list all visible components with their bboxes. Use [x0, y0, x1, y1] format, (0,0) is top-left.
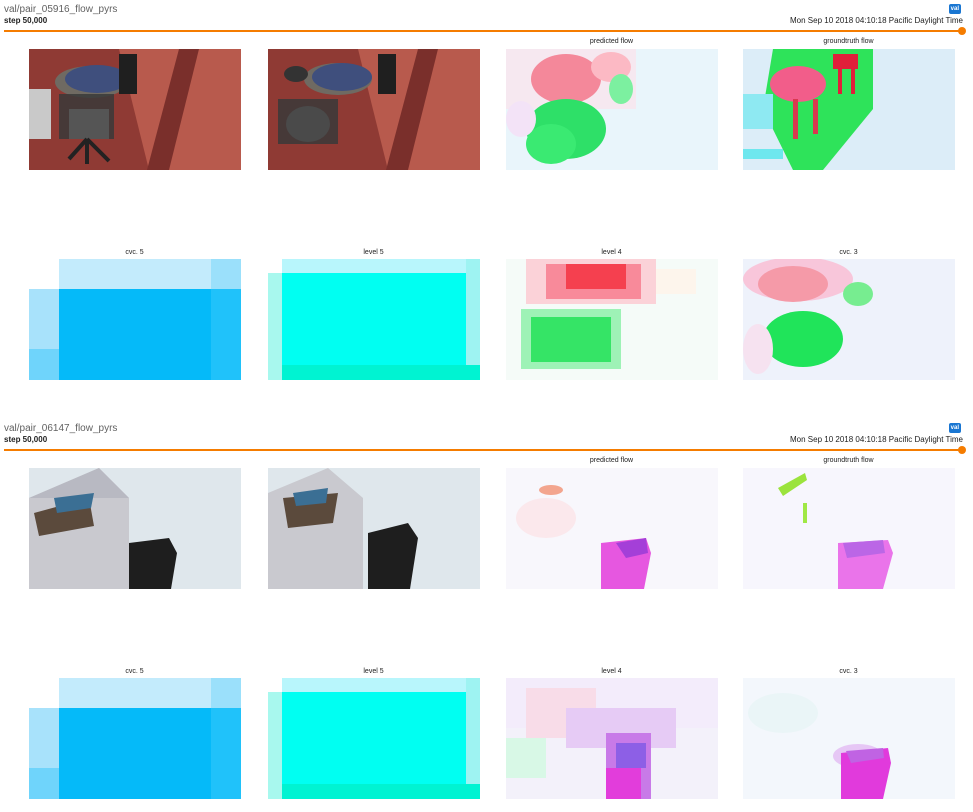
timestamp: Mon Sep 10 2018 04:10:18 Pacific Dayligh… [790, 435, 963, 444]
cvc5-image [29, 259, 241, 380]
caption-groundtruth-flow: groundtruth flow [823, 38, 874, 45]
caption-cvc5: cvc. 5 [125, 249, 144, 256]
step-label: step 50,000 [4, 16, 48, 25]
level5-image [268, 678, 480, 799]
groundtruth-flow-image [743, 468, 955, 589]
level5-image [268, 259, 480, 380]
step-slider-thumb[interactable] [958, 446, 966, 454]
caption-level4: level 4 [601, 668, 622, 675]
input-image-2 [268, 468, 480, 589]
input-image-2 [268, 49, 480, 170]
card-title: val/pair_06147_flow_pyrs [4, 423, 118, 434]
caption-predicted-flow: predicted flow [589, 38, 634, 45]
step-slider-track[interactable] [4, 449, 963, 451]
groundtruth-flow-image [743, 49, 955, 170]
caption-groundtruth-flow: groundtruth flow [823, 457, 874, 464]
caption-level4: level 4 [601, 249, 622, 256]
cvc3-image [743, 259, 955, 380]
run-tag: val [948, 423, 961, 433]
caption-predicted-flow: predicted flow [589, 457, 634, 464]
step-slider-track[interactable] [4, 30, 963, 32]
step-slider-thumb[interactable] [958, 27, 966, 35]
cvc3-image [743, 678, 955, 799]
input-image-1 [29, 468, 241, 589]
cvc5-image [29, 678, 241, 799]
predicted-flow-image [506, 49, 718, 170]
caption-level5: level 5 [363, 249, 384, 256]
caption-cvc3: cvc. 3 [839, 668, 858, 675]
input-image-1 [29, 49, 241, 170]
level4-image [506, 259, 718, 380]
timestamp: Mon Sep 10 2018 04:10:18 Pacific Dayligh… [790, 16, 963, 25]
caption-cvc5: cvc. 5 [125, 668, 144, 675]
predicted-flow-image [506, 468, 718, 589]
step-label: step 50,000 [4, 435, 48, 444]
card-title: val/pair_05916_flow_pyrs [4, 4, 118, 15]
level4-image [506, 678, 718, 799]
run-tag: val [948, 4, 961, 14]
caption-cvc3: cvc. 3 [839, 249, 858, 256]
caption-level5: level 5 [363, 668, 384, 675]
